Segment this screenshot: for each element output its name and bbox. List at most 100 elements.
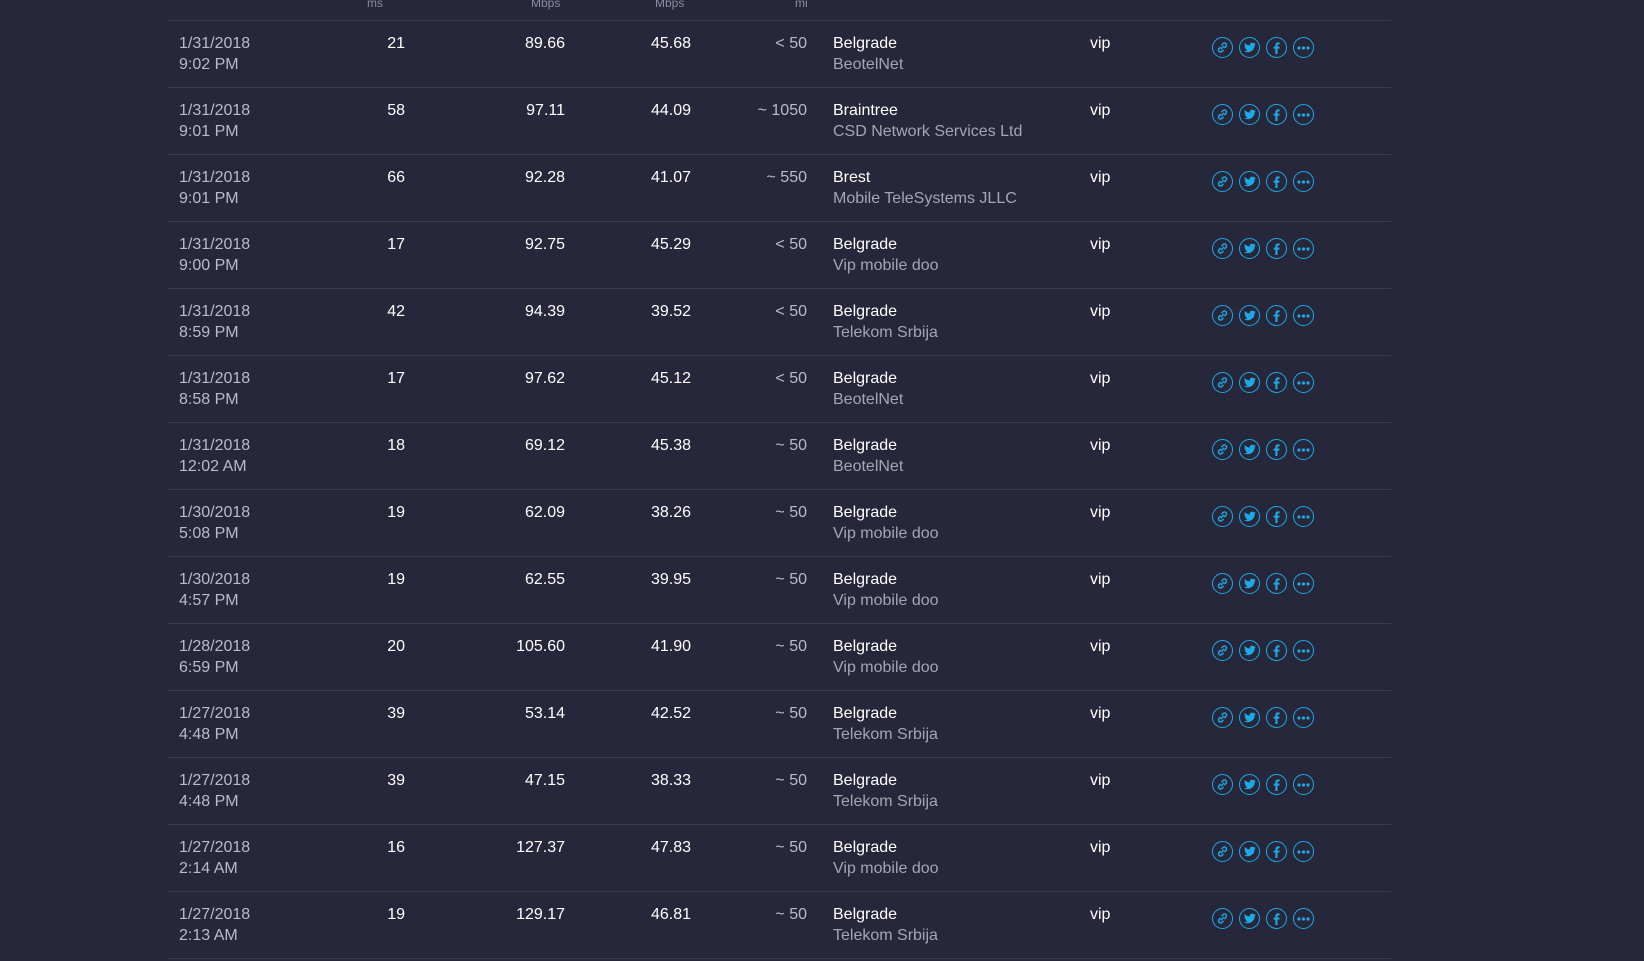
- link-icon[interactable]: [1212, 104, 1233, 125]
- table-row[interactable]: 1/31/2018 9:01 PM 58 97.11 44.09 ~ 1050 …: [167, 88, 1391, 155]
- more-icon[interactable]: [1293, 506, 1314, 527]
- twitter-icon[interactable]: [1239, 439, 1260, 460]
- facebook-icon[interactable]: [1266, 171, 1287, 192]
- result-time: 9:01 PM: [179, 123, 239, 140]
- link-icon[interactable]: [1212, 640, 1233, 661]
- twitter-icon[interactable]: [1239, 707, 1260, 728]
- link-icon[interactable]: [1212, 774, 1233, 795]
- server-city: Brest: [833, 169, 871, 186]
- table-row[interactable]: 1/30/2018 5:08 PM 19 62.09 38.26 ~ 50 Be…: [167, 490, 1391, 557]
- result-upload: 42.52: [650, 705, 691, 722]
- link-icon[interactable]: [1212, 841, 1233, 862]
- more-icon[interactable]: [1293, 841, 1314, 862]
- more-icon[interactable]: [1293, 37, 1314, 58]
- link-icon[interactable]: [1212, 37, 1233, 58]
- link-icon[interactable]: [1212, 573, 1233, 594]
- link-icon[interactable]: [1212, 439, 1233, 460]
- result-distance: ~ 50: [775, 705, 807, 722]
- result-download: 62.55: [524, 571, 565, 588]
- more-icon[interactable]: [1293, 707, 1314, 728]
- result-actions: [1212, 506, 1314, 527]
- facebook-icon[interactable]: [1266, 238, 1287, 259]
- more-icon[interactable]: [1293, 104, 1314, 125]
- result-upload: 38.26: [650, 504, 691, 521]
- server-isp: Telekom Srbija: [833, 726, 938, 743]
- table-row[interactable]: 1/28/2018 6:59 PM 20 105.60 41.90 ~ 50 B…: [167, 624, 1391, 691]
- server-isp: Telekom Srbija: [833, 793, 938, 810]
- server-isp: Telekom Srbija: [833, 324, 938, 341]
- result-time: 6:59 PM: [179, 659, 239, 676]
- server-isp: BeotelNet: [833, 391, 904, 408]
- more-icon[interactable]: [1293, 640, 1314, 661]
- link-icon[interactable]: [1212, 238, 1233, 259]
- server-city: Belgrade: [833, 571, 898, 588]
- result-provider: vip: [1090, 35, 1111, 52]
- result-download: 127.37: [516, 839, 565, 856]
- result-datetime: 1/31/2018 9:00 PM: [179, 234, 250, 276]
- result-upload: 45.38: [650, 437, 691, 454]
- facebook-icon[interactable]: [1266, 707, 1287, 728]
- twitter-icon[interactable]: [1239, 37, 1260, 58]
- link-icon[interactable]: [1212, 707, 1233, 728]
- facebook-icon[interactable]: [1266, 908, 1287, 929]
- more-icon[interactable]: [1293, 305, 1314, 326]
- facebook-icon[interactable]: [1266, 439, 1287, 460]
- twitter-icon[interactable]: [1239, 238, 1260, 259]
- result-datetime: 1/31/2018 8:59 PM: [179, 301, 250, 343]
- link-icon[interactable]: [1212, 506, 1233, 527]
- facebook-icon[interactable]: [1266, 37, 1287, 58]
- link-icon[interactable]: [1212, 171, 1233, 192]
- more-icon[interactable]: [1293, 439, 1314, 460]
- facebook-icon[interactable]: [1266, 372, 1287, 393]
- result-date: 1/31/2018: [179, 35, 251, 52]
- link-icon[interactable]: [1212, 908, 1233, 929]
- more-icon[interactable]: [1293, 372, 1314, 393]
- more-icon[interactable]: [1293, 171, 1314, 192]
- facebook-icon[interactable]: [1266, 774, 1287, 795]
- twitter-icon[interactable]: [1239, 104, 1260, 125]
- result-actions: [1212, 372, 1314, 393]
- twitter-icon[interactable]: [1239, 774, 1260, 795]
- twitter-icon[interactable]: [1239, 640, 1260, 661]
- table-row[interactable]: 1/27/2018 4:48 PM 39 53.14 42.52 ~ 50 Be…: [167, 691, 1391, 758]
- twitter-icon[interactable]: [1239, 305, 1260, 326]
- twitter-icon[interactable]: [1239, 506, 1260, 527]
- twitter-icon[interactable]: [1239, 372, 1260, 393]
- table-row[interactable]: 1/31/2018 8:58 PM 17 97.62 45.12 < 50 Be…: [167, 356, 1391, 423]
- twitter-icon[interactable]: [1239, 841, 1260, 862]
- table-row[interactable]: 1/31/2018 9:02 PM 21 89.66 45.68 < 50 Be…: [167, 21, 1391, 88]
- table-header: ms Mbps Mbps mi: [167, 0, 1391, 21]
- result-distance: < 50: [775, 236, 807, 253]
- server-isp: Vip mobile doo: [833, 659, 939, 676]
- table-row[interactable]: 1/30/2018 4:57 PM 19 62.55 39.95 ~ 50 Be…: [167, 557, 1391, 624]
- facebook-icon[interactable]: [1266, 841, 1287, 862]
- facebook-icon[interactable]: [1266, 640, 1287, 661]
- result-time: 4:57 PM: [179, 592, 239, 609]
- twitter-icon[interactable]: [1239, 908, 1260, 929]
- result-actions: [1212, 707, 1314, 728]
- result-distance: ~ 50: [775, 638, 807, 655]
- facebook-icon[interactable]: [1266, 305, 1287, 326]
- more-icon[interactable]: [1293, 573, 1314, 594]
- table-row[interactable]: 1/31/2018 9:00 PM 17 92.75 45.29 < 50 Be…: [167, 222, 1391, 289]
- table-row[interactable]: 1/31/2018 12:02 AM 18 69.12 45.38 ~ 50 B…: [167, 423, 1391, 490]
- link-icon[interactable]: [1212, 372, 1233, 393]
- link-icon[interactable]: [1212, 305, 1233, 326]
- table-row[interactable]: 1/31/2018 8:59 PM 42 94.39 39.52 < 50 Be…: [167, 289, 1391, 356]
- twitter-icon[interactable]: [1239, 171, 1260, 192]
- facebook-icon[interactable]: [1266, 104, 1287, 125]
- table-row[interactable]: 1/27/2018 4:48 PM 39 47.15 38.33 ~ 50 Be…: [167, 758, 1391, 825]
- twitter-icon[interactable]: [1239, 573, 1260, 594]
- table-row[interactable]: 1/31/2018 9:01 PM 66 92.28 41.07 ~ 550 B…: [167, 155, 1391, 222]
- more-icon[interactable]: [1293, 908, 1314, 929]
- more-icon[interactable]: [1293, 774, 1314, 795]
- more-icon[interactable]: [1293, 238, 1314, 259]
- facebook-icon[interactable]: [1266, 573, 1287, 594]
- result-time: 2:14 AM: [179, 860, 238, 877]
- facebook-icon[interactable]: [1266, 506, 1287, 527]
- table-row[interactable]: 1/27/2018 2:13 AM 19 129.17 46.81 ~ 50 B…: [167, 892, 1391, 959]
- result-provider: vip: [1090, 303, 1111, 320]
- server-isp: Vip mobile doo: [833, 257, 939, 274]
- table-row[interactable]: 1/27/2018 2:14 AM 16 127.37 47.83 ~ 50 B…: [167, 825, 1391, 892]
- result-upload: 46.81: [650, 906, 691, 923]
